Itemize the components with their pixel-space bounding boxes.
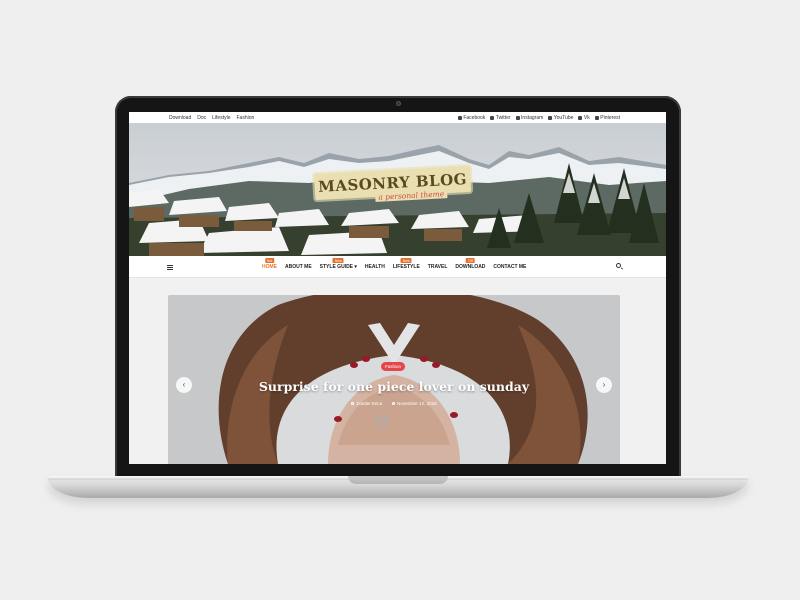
top-link-fashion[interactable]: Fashion	[237, 115, 255, 121]
social-link-facebook[interactable]: Facebook	[457, 115, 485, 121]
social-link-pinterest[interactable]: Pinterest	[594, 115, 620, 121]
social-link-vk[interactable]: Vk	[578, 115, 590, 121]
nav-item-contact-me[interactable]: CONTACT ME	[493, 264, 526, 270]
top-links: Download Doc Lifestyle Fashion	[169, 115, 254, 121]
nav-items: HOME Hot ABOUT ME STYLE GUIDE ▾ New HEALTH…	[262, 258, 526, 270]
post-title[interactable]: Surprise for one piece lover on sunday	[168, 379, 620, 394]
top-link-download[interactable]: Download	[169, 115, 191, 121]
twitter-icon	[490, 116, 495, 120]
laptop-notch	[348, 476, 448, 484]
instagram-icon	[515, 116, 520, 120]
social-link-twitter[interactable]: Twitter	[490, 115, 511, 121]
laptop-lid: Download Doc Lifestyle Fashion Facebook …	[115, 96, 681, 480]
post-author[interactable]: Zoeder Erica	[351, 401, 382, 406]
nav-badge-new: New	[332, 258, 344, 263]
nav-item-lifestyle[interactable]: LIFESTYLE New	[393, 258, 420, 270]
pinterest-icon	[594, 116, 599, 120]
laptop-screen: Download Doc Lifestyle Fashion Facebook …	[129, 112, 666, 464]
facebook-icon	[457, 116, 462, 120]
user-icon	[351, 402, 355, 406]
nav-badge-off: Off	[466, 258, 475, 263]
nav-item-style-guide[interactable]: STYLE GUIDE ▾ New	[320, 258, 357, 270]
main-nav: HOME Hot ABOUT ME STYLE GUIDE ▾ New HEALTH…	[129, 256, 666, 278]
top-link-lifestyle[interactable]: Lifestyle	[212, 115, 230, 121]
post-date: November 12, 2018	[392, 401, 437, 406]
hamburger-menu-icon[interactable]	[167, 265, 173, 271]
social-link-instagram[interactable]: Instagram	[515, 115, 543, 121]
webcam-icon	[396, 101, 401, 106]
vk-icon	[578, 116, 583, 120]
post-meta: Zoeder Erica November 12, 2018	[168, 401, 620, 406]
nav-badge-new: New	[400, 258, 412, 263]
social-link-youtube[interactable]: YouTube	[548, 115, 573, 121]
top-link-doc[interactable]: Doc	[197, 115, 206, 121]
featured-slider[interactable]: ‹ › Fashion Surprise for one piece lover…	[168, 295, 620, 464]
search-icon[interactable]	[616, 263, 621, 268]
top-bar: Download Doc Lifestyle Fashion Facebook …	[129, 112, 666, 123]
nav-item-about-me[interactable]: ABOUT ME	[285, 264, 312, 270]
site-logo[interactable]: MASONRY BLOG a personal theme	[314, 165, 472, 216]
nav-item-home[interactable]: HOME Hot	[262, 258, 277, 270]
nav-item-travel[interactable]: TRAVEL	[428, 264, 448, 270]
category-badge[interactable]: Fashion	[381, 362, 406, 371]
nav-item-health[interactable]: HEALTH	[365, 264, 385, 270]
laptop-base	[48, 476, 748, 498]
nav-item-download[interactable]: DOWNLOAD Off	[455, 258, 485, 270]
nav-badge-hot: Hot	[264, 258, 275, 263]
calendar-icon	[392, 402, 396, 406]
social-links: Facebook Twitter Instagram YouTube Vk Pi…	[457, 115, 620, 121]
youtube-icon	[548, 116, 553, 120]
header-banner: MASONRY BLOG a personal theme	[129, 123, 666, 256]
